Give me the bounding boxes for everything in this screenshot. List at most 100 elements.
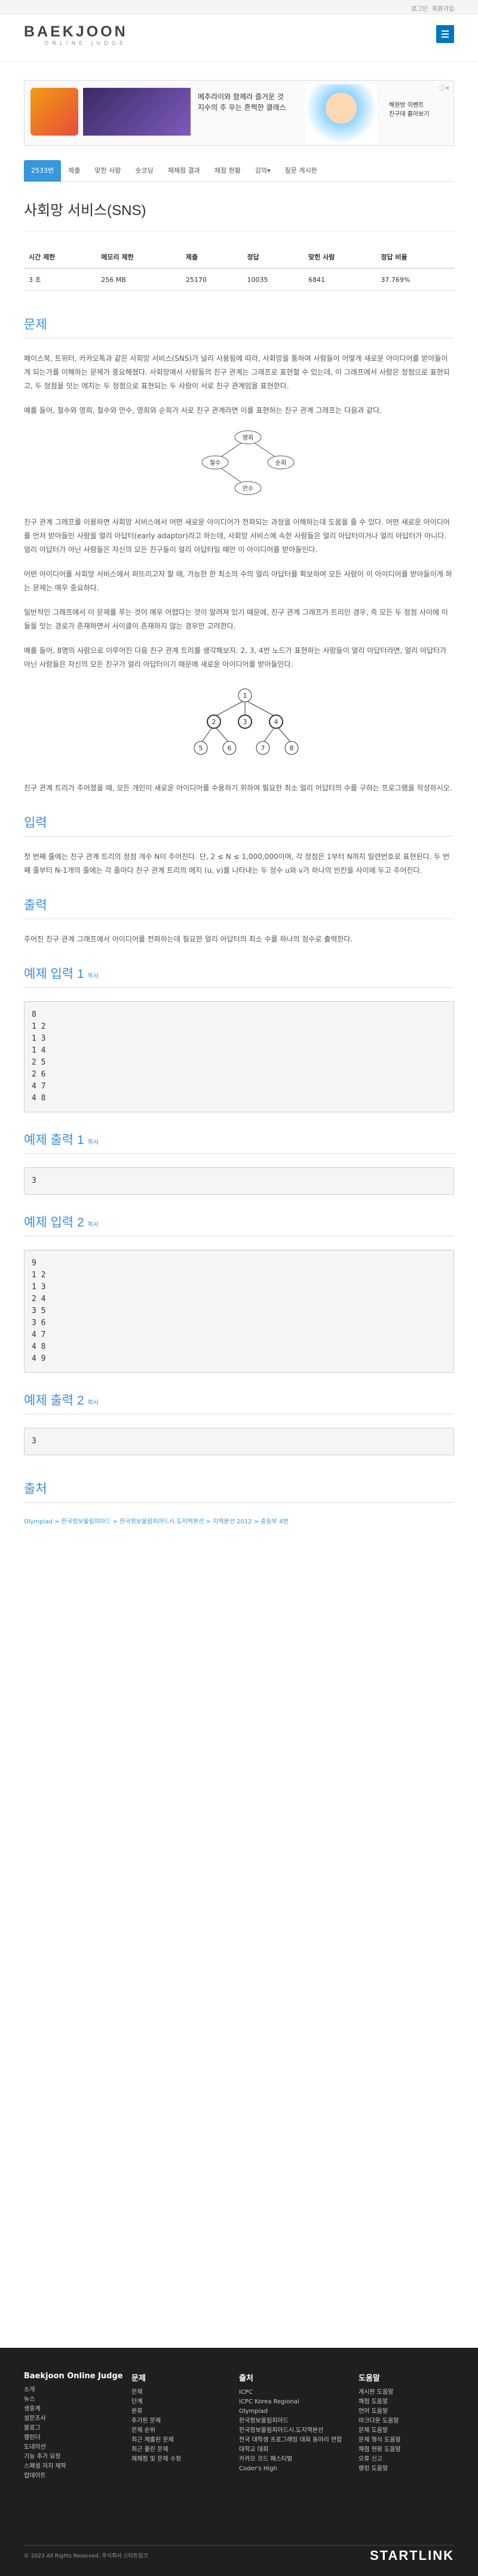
- footer-col-help: 도움말 게시판 도움말 채점 도움말 언어 도움말 마크다운 도움말 문제 도움…: [358, 2372, 401, 2474]
- tab-solved-users[interactable]: 맞힌 사람: [87, 160, 128, 182]
- footer-col-title: 출처: [239, 2374, 253, 2383]
- td-submit: 25170: [180, 268, 243, 291]
- tab-status[interactable]: 채점 현황: [207, 160, 248, 182]
- sample-input-1[interactable]: 8 1 2 1 3 1 4 2 5 2 6 4 7 4 8: [24, 1001, 454, 1112]
- footer-link[interactable]: 카카오 코드 페스티벌: [239, 2455, 342, 2464]
- copy-button[interactable]: 복사: [88, 1139, 99, 1146]
- problem-para-5: 일반적인 그래프에서 이 문제를 푸는 것이 매우 어렵다는 것이 알려져 있기…: [24, 608, 448, 630]
- footer-link[interactable]: 재채점 및 문제 수정: [131, 2455, 181, 2464]
- source-section: 출처 Olympiad > 한국정보올림피아드 > 한국정보올림피아드시.도지역…: [24, 1479, 454, 1525]
- copy-button[interactable]: 복사: [88, 1222, 99, 1228]
- sample-output-2-heading: 예제 출력 2 복사: [24, 1391, 454, 1415]
- tab-problem[interactable]: 2533번: [24, 160, 62, 182]
- footer-col-title: Baekjoon Online Judge: [24, 2372, 123, 2381]
- register-link[interactable]: 회원가입: [432, 6, 454, 13]
- footer-link[interactable]: 기능 추가 요청: [24, 2452, 123, 2462]
- problem-para-6: 예를 들어, 8명의 사람으로 이루어진 다음 친구 관계 트리를 생각해보자.…: [24, 646, 447, 668]
- footer-link[interactable]: 최근 제출된 문제: [131, 2436, 181, 2445]
- footer-col-problems: 문제 문제 단계 분류 추가된 문제 문제 순위 최근 제출된 문제 최근 풀린…: [131, 2372, 181, 2464]
- sample-input-2-title: 예제 입력 2: [24, 1216, 84, 1229]
- menu-button[interactable]: [436, 25, 454, 43]
- copyright-text: © 2023 All Rights Reserved. 주식회사 스타트링크: [24, 2553, 148, 2559]
- footer-link[interactable]: 캘린더: [24, 2433, 123, 2443]
- tab-short-coding[interactable]: 숏코딩: [128, 160, 160, 182]
- td-solvers: 6841: [304, 268, 376, 291]
- graph-node-label: 철수: [210, 459, 220, 467]
- copy-button[interactable]: 복사: [88, 973, 99, 980]
- footer-link[interactable]: 오류 신고: [358, 2455, 401, 2464]
- footer-link[interactable]: 스페셜 저지 제작: [24, 2462, 123, 2471]
- sample-output-2-title: 예제 출력 2: [24, 1394, 84, 1407]
- footer-link[interactable]: 소개: [24, 2385, 123, 2395]
- td-ratio: 37.769%: [376, 268, 454, 291]
- footer-link[interactable]: 생중계: [24, 2405, 123, 2414]
- footer-link[interactable]: ICPC Korea Regional: [239, 2397, 342, 2407]
- output-section: 출력 주어진 친구 관계 그래프에서 아이디어를 전파하는데 필요한 얼리 아답…: [24, 896, 454, 946]
- footer-link[interactable]: Olympiad: [239, 2407, 342, 2416]
- ad-line-1: 메추라이와 함께라 즐거운 것: [198, 93, 284, 101]
- sample-input-1-heading: 예제 입력 1 복사: [24, 964, 454, 988]
- tab-lectures[interactable]: 강의▾: [248, 160, 278, 182]
- footer-link[interactable]: 전국 대학생 프로그래밍 대회 동아리 연합: [239, 2436, 342, 2445]
- problem-para-7: 친구 관계 트리가 주어졌을 때, 모든 개인이 새로운 아이디어를 수용하기 …: [24, 784, 452, 792]
- footer-link[interactable]: 설문조사: [24, 2414, 123, 2424]
- ad-cta-2: 친구데 흘아보기: [389, 111, 430, 118]
- copy-button[interactable]: 복사: [88, 1400, 99, 1406]
- footer-col-title: 문제: [131, 2374, 146, 2383]
- ad-character-image: [305, 84, 377, 144]
- footer-link[interactable]: Coder's High: [239, 2464, 342, 2474]
- login-link[interactable]: 로그인: [411, 6, 428, 13]
- footer-link[interactable]: 채점 현황 도움말: [358, 2445, 401, 2455]
- footer-link[interactable]: 문제: [131, 2388, 181, 2397]
- sample-input-2[interactable]: 9 1 2 1 3 2 4 3 5 3 6 4 7 4 8 4 9: [24, 1250, 454, 1373]
- footer-link[interactable]: 문제 순위: [131, 2426, 181, 2436]
- footer-link[interactable]: 업데이트: [24, 2471, 123, 2481]
- ad-cta: 해원방 이벤트 친구데 흘아보기: [389, 101, 430, 119]
- tab-rejudge[interactable]: 재채점 결과: [161, 160, 207, 182]
- th-memory: 메모리 제한: [96, 246, 181, 269]
- footer-link[interactable]: 추가된 문제: [131, 2416, 181, 2426]
- problem-info-table: 시간 제한 메모리 제한 제출 정답 맞힌 사람 정답 비율 3 초 256 M…: [24, 246, 454, 291]
- footer-link[interactable]: 문제 형식 도움말: [358, 2436, 401, 2445]
- footer-link[interactable]: 도네이션: [24, 2443, 123, 2452]
- tab-board[interactable]: 질문 게시판: [278, 160, 324, 182]
- graph-node-label: 순희: [275, 459, 286, 467]
- sample-input-2-section: 예제 입력 2 복사 9 1 2 1 3 2 4 3 5 3 6 4 7 4 8 …: [24, 1213, 454, 1373]
- footer-link[interactable]: 최근 풀린 문제: [131, 2445, 181, 2455]
- footer-link[interactable]: 한국정보올림피아드시.도지역본선: [239, 2426, 342, 2436]
- problem-para-3: 친구 관계 그래프를 이용하면 사회망 서비스에서 어떤 새로운 아이디어가 전…: [24, 518, 450, 554]
- table-header-row: 시간 제한 메모리 제한 제출 정답 맞힌 사람 정답 비율: [24, 246, 454, 269]
- footer-link[interactable]: 언어 도움말: [358, 2407, 401, 2416]
- footer-link[interactable]: 뉴스: [24, 2395, 123, 2405]
- ad-banner[interactable]: 메추라이와 함께라 즐거운 것 지수의 주 우는 흔쩍한 클래스 해원방 이벤트…: [24, 80, 454, 146]
- top-links: 로그인 회원가입: [409, 4, 454, 13]
- footer-link[interactable]: 랭킹 도움말: [358, 2464, 401, 2474]
- top-bar: 로그인 회원가입: [0, 0, 478, 14]
- td-memory: 256 MB: [96, 268, 181, 291]
- menu-icon: [442, 33, 449, 35]
- ad-close-icon[interactable]: ⓘ✕: [439, 83, 450, 92]
- tab-submit[interactable]: 제출: [61, 160, 87, 182]
- footer-link[interactable]: 문제 도움말: [358, 2426, 401, 2436]
- th-solvers: 맞힌 사람: [304, 246, 376, 269]
- footer-link[interactable]: ICPC: [239, 2388, 342, 2397]
- th-submit: 제출: [180, 246, 243, 269]
- sample-input-1-section: 예제 입력 1 복사 8 1 2 1 3 1 4 2 5 2 6 4 7 4 8: [24, 964, 454, 1112]
- problem-tabs: 2533번 제출 맞힌 사람 숏코딩 재채점 결과 채점 현황 강의▾ 질문 게…: [24, 160, 454, 182]
- footer-link[interactable]: 대학교 대회: [239, 2445, 342, 2455]
- startlink-logo[interactable]: STARTLINK: [370, 2548, 454, 2563]
- source-breadcrumb[interactable]: Olympiad > 한국정보올림피아드 > 한국정보올림피아드시.도지역본선 …: [24, 1516, 454, 1525]
- footer-link[interactable]: 블로그: [24, 2424, 123, 2433]
- footer-link[interactable]: 단계: [131, 2397, 181, 2407]
- site-logo[interactable]: BAEKJOON ONLINE JUDGE: [24, 23, 143, 47]
- footer-link[interactable]: 게시판 도움말: [358, 2388, 401, 2397]
- footer-link[interactable]: 한국정보올림피아드: [239, 2416, 342, 2426]
- graph-node-label: 영희: [243, 434, 253, 441]
- footer-link[interactable]: 분류: [131, 2407, 181, 2416]
- footer-link[interactable]: 마크다운 도움말: [358, 2416, 401, 2426]
- site-footer: Baekjoon Online Judge 소개 뉴스 생중계 설문조사 블로그…: [0, 2348, 478, 2576]
- sample-output-1[interactable]: 3: [24, 1167, 454, 1195]
- footer-link[interactable]: 채점 도움말: [358, 2397, 401, 2407]
- sample-output-2[interactable]: 3: [24, 1428, 454, 1455]
- sample-output-1-heading: 예제 출력 1 복사: [24, 1130, 454, 1154]
